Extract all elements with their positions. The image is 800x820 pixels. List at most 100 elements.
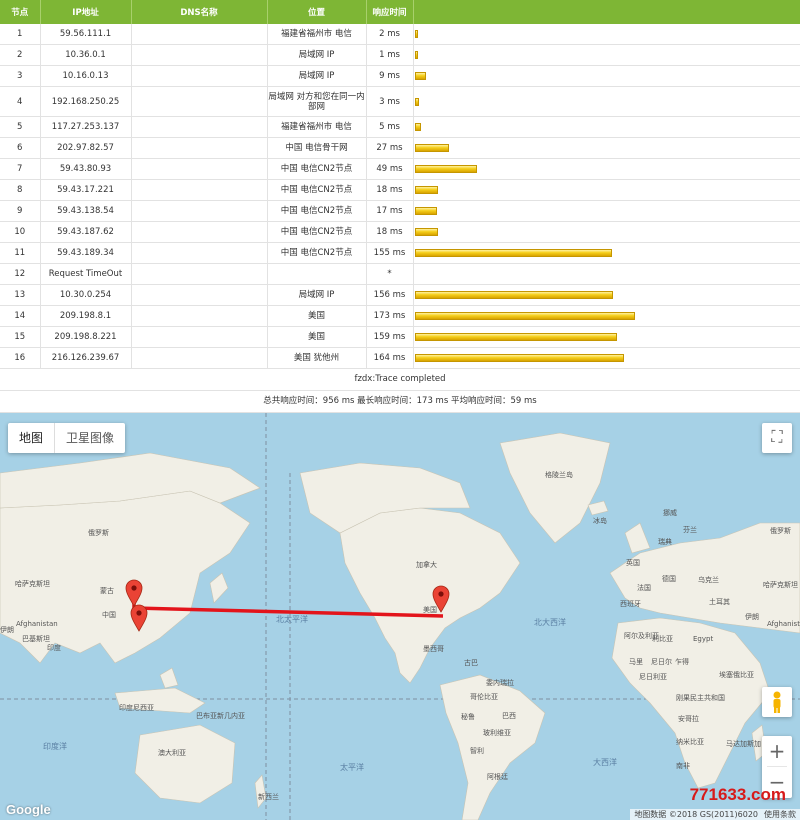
- label-indian-ocean: 印度洋: [43, 741, 67, 751]
- cell-time: 159 ms: [366, 326, 414, 348]
- label-chile: 智利: [470, 746, 484, 755]
- label-afghanistan-right: Afghanistan: [767, 620, 800, 628]
- label-finland: 芬兰: [683, 525, 697, 534]
- cell-time: 18 ms: [366, 179, 414, 201]
- cell-dns: [131, 284, 268, 306]
- cell-bar: [413, 65, 800, 87]
- cell-ip: 10.30.0.254: [40, 284, 132, 306]
- cell-ip: 202.97.82.57: [40, 137, 132, 159]
- response-bar: [414, 186, 438, 194]
- table-row: 10 59.43.187.62 中国 电信CN2节点 18 ms: [0, 221, 800, 243]
- cell-node: 10: [0, 221, 41, 243]
- label-south-africa: 南非: [676, 761, 690, 770]
- label-niger: 尼日尔: [651, 657, 672, 666]
- cell-time: 173 ms: [366, 305, 414, 327]
- response-bar: [414, 144, 449, 152]
- table-row: 4 192.168.250.25 局域网 对方和您在同一内部网 3 ms: [0, 86, 800, 117]
- label-south-pacific: 太平洋: [340, 762, 364, 772]
- cell-ip: 59.43.80.93: [40, 158, 132, 180]
- label-venezuela: 委内瑞拉: [486, 678, 514, 687]
- label-china: 中国: [102, 610, 116, 619]
- cell-bar: [413, 116, 800, 138]
- label-greenland: 格陵兰岛: [545, 470, 573, 479]
- cell-ip: 59.56.111.1: [40, 24, 132, 45]
- label-png: 巴布亚新几内亚: [196, 711, 245, 720]
- label-germany: 德国: [662, 574, 676, 583]
- cell-dns: [131, 158, 268, 180]
- label-ukraine: 乌克兰: [698, 575, 719, 584]
- label-iceland: 冰岛: [593, 516, 607, 525]
- label-iran: 伊朗: [0, 625, 14, 634]
- label-mexico: 墨西哥: [423, 645, 444, 653]
- route-map[interactable]: 格陵兰岛 冰岛 加拿大 美国 墨西哥 北大西洋 北太平洋 太平洋 大西洋 印度洋…: [0, 413, 800, 820]
- label-ethiopia: 埃塞俄比亚: [719, 670, 754, 679]
- cell-location: 局域网 IP: [267, 284, 367, 306]
- fullscreen-button[interactable]: ⛶: [762, 423, 792, 453]
- table-row: 9 59.43.138.54 中国 电信CN2节点 17 ms: [0, 200, 800, 222]
- street-view-button[interactable]: [762, 687, 792, 717]
- table-row: 1 59.56.111.1 福建省福州市 电信 2 ms: [0, 24, 800, 45]
- label-cuba: 古巴: [464, 658, 478, 667]
- table-row: 8 59.43.17.221 中国 电信CN2节点 18 ms: [0, 179, 800, 201]
- label-norway: 挪威: [663, 508, 677, 517]
- cell-time: 49 ms: [366, 158, 414, 180]
- cell-time: 5 ms: [366, 116, 414, 138]
- cell-time: 18 ms: [366, 221, 414, 243]
- col-node: 节点: [0, 0, 41, 24]
- label-drc: 刚果民主共和国: [676, 693, 725, 702]
- cell-node: 14: [0, 305, 41, 327]
- label-bolivia: 玻利维亚: [483, 728, 511, 737]
- label-russia-right: 俄罗斯: [770, 526, 791, 535]
- label-mongolia: 蒙古: [100, 586, 114, 595]
- cell-location: 美国: [267, 326, 367, 348]
- cell-bar: [413, 221, 800, 243]
- cell-node: 15: [0, 326, 41, 348]
- table-row: 13 10.30.0.254 局域网 IP 156 ms: [0, 284, 800, 306]
- response-bar: [414, 312, 635, 320]
- cell-bar: [413, 44, 800, 66]
- label-angola: 安哥拉: [678, 714, 699, 723]
- cell-dns: [131, 242, 268, 264]
- cell-dns: [131, 44, 268, 66]
- cell-location: [267, 263, 367, 285]
- table-row: 14 209.198.8.1 美国 173 ms: [0, 305, 800, 327]
- cell-node: 12: [0, 263, 41, 285]
- label-france: 法国: [637, 583, 651, 592]
- label-namibia: 纳米比亚: [676, 737, 704, 746]
- cell-node: 2: [0, 44, 41, 66]
- google-logo[interactable]: Google: [6, 802, 51, 817]
- cell-bar: [413, 284, 800, 306]
- cell-bar: [413, 179, 800, 201]
- cell-node: 5: [0, 116, 41, 138]
- cell-location: 局域网 IP: [267, 65, 367, 87]
- terms-link[interactable]: 使用条款: [764, 810, 796, 819]
- label-argentina: 阿根廷: [487, 772, 508, 781]
- label-pakistan: 巴基斯坦: [22, 634, 50, 643]
- col-location: 位置: [267, 0, 367, 24]
- response-bar: [414, 228, 438, 236]
- cell-location: 局域网 对方和您在同一内部网: [267, 86, 367, 117]
- cell-ip: 10.36.0.1: [40, 44, 132, 66]
- map-canvas[interactable]: 格陵兰岛 冰岛 加拿大 美国 墨西哥 北大西洋 北太平洋 太平洋 大西洋 印度洋…: [0, 413, 800, 820]
- label-uk: 英国: [626, 558, 640, 567]
- cell-location: 局域网 IP: [267, 44, 367, 66]
- col-ip: IP地址: [40, 0, 132, 24]
- table-row: 11 59.43.189.34 中国 电信CN2节点 155 ms: [0, 242, 800, 264]
- zoom-in-button[interactable]: +: [762, 736, 792, 766]
- label-brazil: 巴西: [502, 712, 516, 720]
- cell-ip: Request TimeOut: [40, 263, 132, 285]
- label-turkey: 土耳其: [709, 597, 730, 606]
- response-bar: [414, 291, 613, 299]
- cell-location: 中国 电信骨干网: [267, 137, 367, 159]
- label-russia: 俄罗斯: [88, 528, 109, 537]
- label-chad: 乍得: [675, 657, 689, 666]
- tab-satellite[interactable]: 卫星图像: [54, 423, 125, 453]
- table-row: 16 216.126.239.67 美国 犹他州 164 ms: [0, 347, 800, 369]
- label-australia: 澳大利亚: [158, 748, 186, 757]
- tab-map[interactable]: 地图: [8, 423, 54, 453]
- cell-node: 4: [0, 86, 41, 117]
- cell-ip: 216.126.239.67: [40, 347, 132, 369]
- label-canada: 加拿大: [416, 560, 437, 569]
- trace-page: 节点 IP地址 DNS名称 位置 响应时间 1 59.56.111.1 福建省福州市…: [0, 0, 800, 820]
- pegman-icon: [773, 691, 781, 713]
